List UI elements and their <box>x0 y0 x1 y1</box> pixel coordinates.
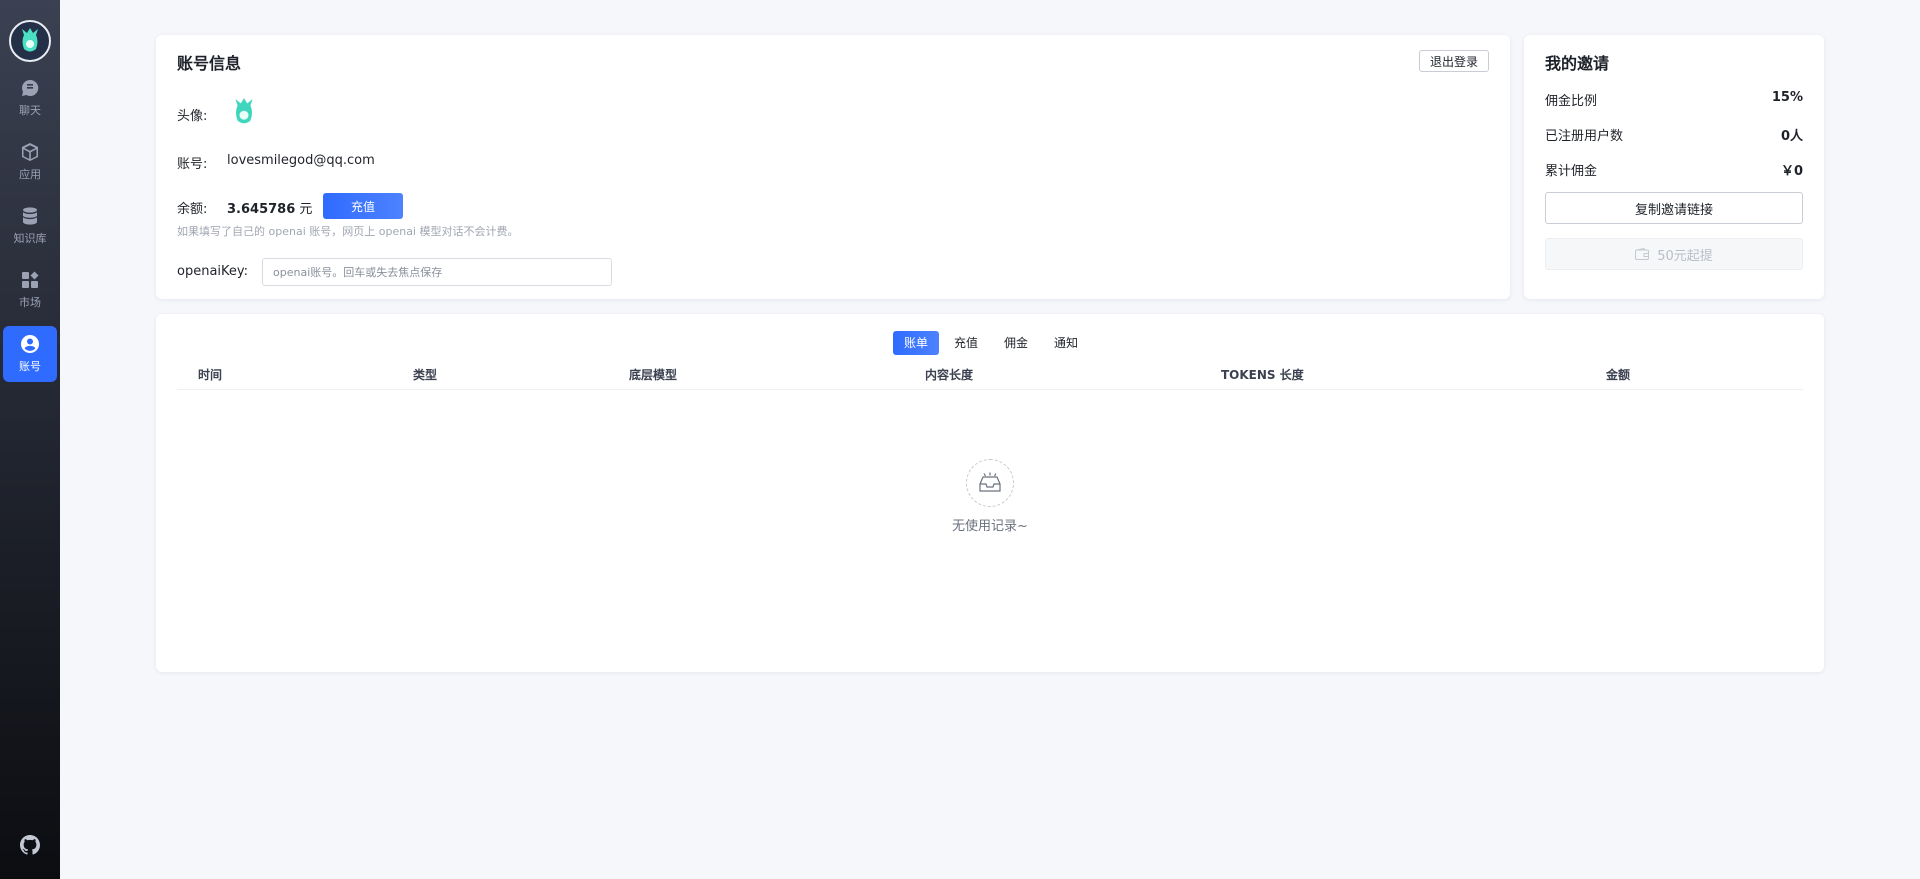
total-commission-row: 累计佣金 ￥0 <box>1545 160 1803 179</box>
sidebar-item-label: 应用 <box>19 168 41 181</box>
commission-rate-value: 15% <box>1771 90 1803 105</box>
balance-unit: 元 <box>299 202 313 217</box>
balance-label: 余额: <box>177 202 208 217</box>
column-header-time: 时间 <box>198 368 223 382</box>
github-icon <box>20 835 41 855</box>
avatar-label: 头像: <box>177 109 208 124</box>
sidebar-item-label: 市场 <box>19 296 41 309</box>
tab-recharge[interactable]: 充值 <box>943 331 989 355</box>
tab-commission[interactable]: 佣金 <box>993 331 1039 355</box>
database-icon <box>23 207 37 225</box>
openai-hint: 如果填写了自己的 openai 账号，网页上 openai 模型对话不会计费。 <box>177 225 519 238</box>
empty-inbox-icon <box>966 459 1014 507</box>
account-card-title: 账号信息 <box>177 54 242 73</box>
tab-notice[interactable]: 通知 <box>1043 331 1089 355</box>
balance-value: 3.645786 元 <box>227 198 312 217</box>
account-label: 账号: <box>177 157 208 172</box>
registered-users-value: 0人 <box>1780 129 1803 144</box>
sidebar-item-knowledge[interactable]: 知识库 <box>3 198 57 254</box>
column-header-tokens-length: TOKENS 长度 <box>1221 368 1304 382</box>
sidebar-item-label: 聊天 <box>19 104 41 117</box>
column-header-content-length: 内容长度 <box>925 368 974 382</box>
sidebar-item-market[interactable]: 市场 <box>3 262 57 318</box>
total-commission-label: 累计佣金 <box>1545 164 1598 179</box>
sidebar-item-label: 知识库 <box>13 232 47 245</box>
user-avatar[interactable] <box>232 97 256 127</box>
column-header-model: 底层模型 <box>629 368 678 382</box>
chat-icon <box>22 79 39 96</box>
sidebar-item-apps[interactable]: 应用 <box>3 134 57 190</box>
wallet-icon <box>1635 248 1650 260</box>
total-commission-value: ￥0 <box>1780 164 1803 179</box>
commission-rate-row: 佣金比例 15% <box>1545 90 1803 109</box>
tab-bill[interactable]: 账单 <box>893 331 940 355</box>
commission-rate-label: 佣金比例 <box>1545 94 1598 109</box>
empty-state: 无使用记录~ <box>156 459 1824 534</box>
copy-invite-link-button[interactable]: 复制邀请链接 <box>1545 192 1803 224</box>
sidebar-item-chat[interactable]: 聊天 <box>3 70 57 126</box>
openai-key-label: openaiKey: <box>177 264 249 279</box>
avatar-icon <box>235 98 253 124</box>
recharge-button[interactable]: 充值 <box>323 193 403 219</box>
balance-amount: 3.645786 <box>227 202 296 217</box>
account-email: lovesmilegod@qq.com <box>227 153 375 168</box>
box-icon <box>22 143 38 161</box>
apps-icon <box>22 271 39 288</box>
sidebar-item-label: 账号 <box>19 360 41 373</box>
account-info-card: 账号信息 退出登录 头像: 账号: lovesmilegod@qq.com 余额… <box>156 35 1510 299</box>
column-header-amount: 金额 <box>1606 368 1631 382</box>
withdraw-label: 50元起提 <box>1657 248 1713 264</box>
github-link[interactable] <box>20 835 41 855</box>
bill-tabs: 账单 充值 佣金 通知 <box>893 331 1093 355</box>
invite-card: 我的邀请 佣金比例 15% 已注册用户数 0人 累计佣金 ￥0 复制邀请链接 5… <box>1524 35 1824 299</box>
column-header-type: 类型 <box>413 368 438 382</box>
invite-card-title: 我的邀请 <box>1545 54 1610 73</box>
logout-button[interactable]: 退出登录 <box>1418 50 1489 72</box>
withdraw-button[interactable]: 50元起提 <box>1545 238 1803 270</box>
app-logo[interactable] <box>9 20 51 62</box>
user-icon <box>21 335 39 353</box>
openai-key-input[interactable] <box>262 258 612 286</box>
registered-users-row: 已注册用户数 0人 <box>1545 125 1803 144</box>
sidebar: 聊天 应用 知识库 市场 账号 <box>0 0 60 879</box>
bill-card: 账单 充值 佣金 通知 时间 类型 底层模型 内容长度 TOKENS 长度 金额… <box>156 314 1824 672</box>
sidebar-item-account[interactable]: 账号 <box>3 326 57 382</box>
avatar-icon <box>22 28 38 52</box>
bill-table-header: 时间 类型 底层模型 内容长度 TOKENS 长度 金额 <box>177 358 1803 390</box>
registered-users-label: 已注册用户数 <box>1545 129 1624 144</box>
empty-state-text: 无使用记录~ <box>952 519 1028 534</box>
